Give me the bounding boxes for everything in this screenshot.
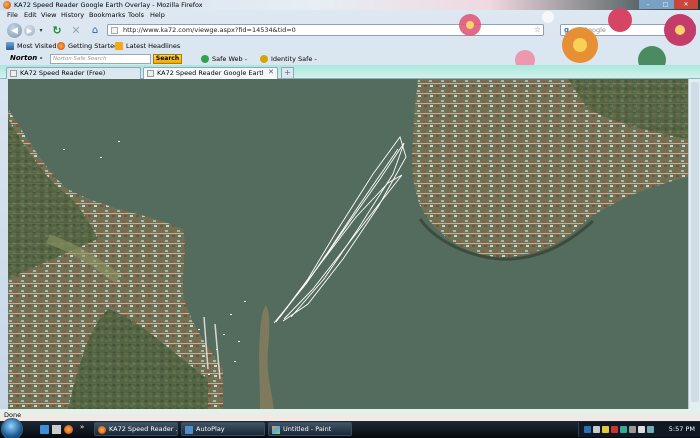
paint-icon — [272, 426, 280, 434]
alert-icon[interactable] — [611, 426, 618, 433]
safe-web-menu[interactable]: Safe Web - — [212, 55, 247, 63]
safe-web-icon — [201, 55, 209, 63]
close-tab-icon[interactable]: ✕ — [268, 68, 274, 76]
system-tray: 5:57 PM — [578, 422, 700, 437]
taskbar-button-autoplay[interactable]: AutoPlay — [181, 422, 265, 436]
forward-arrow-icon[interactable]: ▶ — [24, 25, 35, 36]
home-icon[interactable]: ⌂ — [88, 24, 102, 37]
taskbar-button-ka72[interactable]: KA72 Speed Reader ... — [94, 422, 178, 436]
taskbar-button-label: AutoPlay — [196, 425, 225, 433]
taskbar-button-label: KA72 Speed Reader ... — [109, 425, 178, 433]
taskbar-clock[interactable]: 5:57 PM — [669, 425, 695, 433]
bookmark-latest-headlines[interactable]: Latest Headlines — [126, 42, 180, 50]
new-tab-button[interactable]: + — [281, 67, 294, 78]
google-earth-map-view[interactable] — [8, 79, 688, 409]
bookmark-most-visited[interactable]: Most Visited — [17, 42, 57, 50]
menu-history[interactable]: History — [61, 11, 84, 19]
window-title: KA72 Speed Reader Google Earth Overlay -… — [14, 1, 203, 9]
satellite-imagery[interactable] — [8, 79, 688, 409]
taskbar: » KA72 Speed Reader ... AutoPlay Untitle… — [0, 418, 700, 438]
menu-bookmarks[interactable]: Bookmarks — [89, 11, 125, 19]
bookmark-getting-started[interactable]: Getting Started — [68, 42, 118, 50]
status-bar: Done — [0, 409, 700, 421]
autoplay-icon — [185, 426, 193, 434]
tab-favicon-icon — [10, 70, 17, 77]
norton-search-button[interactable]: Search — [153, 54, 182, 64]
network-icon[interactable] — [593, 426, 600, 433]
switch-windows-icon[interactable] — [52, 425, 61, 434]
firefox-icon — [57, 42, 65, 50]
url-text: http://www.ka72.com/viewge.aspx?fid=1453… — [123, 26, 296, 34]
most-visited-icon — [6, 42, 14, 50]
back-arrow-icon[interactable]: ◀ — [7, 23, 22, 38]
tab-label: KA72 Speed Reader (Free) — [20, 69, 106, 77]
vertical-scrollbar[interactable] — [688, 79, 700, 409]
start-button[interactable] — [1, 418, 23, 438]
history-dropdown-icon[interactable]: ▾ — [37, 26, 45, 35]
norton-search-input[interactable]: Norton Safe Search — [50, 54, 151, 64]
tab-label: KA72 Speed Reader Google Earth... — [157, 69, 263, 77]
taskbar-button-label: Untitled - Paint — [283, 425, 332, 433]
firefox-quicklaunch-icon[interactable] — [64, 425, 73, 434]
tray-app-icon[interactable] — [647, 426, 654, 433]
show-desktop-icon[interactable] — [40, 425, 49, 434]
stop-icon[interactable]: ✕ — [69, 24, 83, 37]
taskbar-button-paint[interactable]: Untitled - Paint — [268, 422, 352, 436]
norton-tray-icon[interactable] — [602, 426, 609, 433]
identity-safe-menu[interactable]: Identity Safe - — [271, 55, 317, 63]
volume-icon[interactable] — [629, 426, 636, 433]
rss-feed-icon — [115, 42, 123, 50]
update-icon[interactable] — [620, 426, 627, 433]
bluetooth-icon[interactable] — [584, 426, 591, 433]
identity-safe-icon — [260, 55, 268, 63]
menu-edit[interactable]: Edit — [24, 11, 37, 19]
more-quicklaunch-icon[interactable]: » — [80, 423, 84, 431]
menu-view[interactable]: View — [41, 11, 56, 19]
scrollbar-thumb[interactable] — [691, 82, 699, 402]
firefox-icon — [3, 1, 11, 9]
firefox-icon — [98, 426, 106, 434]
tab-speed-reader-google-earth[interactable]: KA72 Speed Reader Google Earth... ✕ — [143, 67, 278, 79]
tab-favicon-icon — [147, 70, 154, 77]
menu-help[interactable]: Help — [150, 11, 165, 19]
reload-icon[interactable]: ↻ — [50, 24, 64, 37]
page-favicon-icon — [111, 27, 118, 34]
tab-strip: KA72 Speed Reader (Free) KA72 Speed Read… — [0, 65, 700, 79]
menu-file[interactable]: File — [7, 11, 18, 19]
norton-menu[interactable]: Norton - — [10, 54, 43, 62]
tab-speed-reader-free[interactable]: KA72 Speed Reader (Free) — [6, 67, 141, 79]
menu-tools[interactable]: Tools — [128, 11, 144, 19]
power-icon[interactable] — [638, 426, 645, 433]
